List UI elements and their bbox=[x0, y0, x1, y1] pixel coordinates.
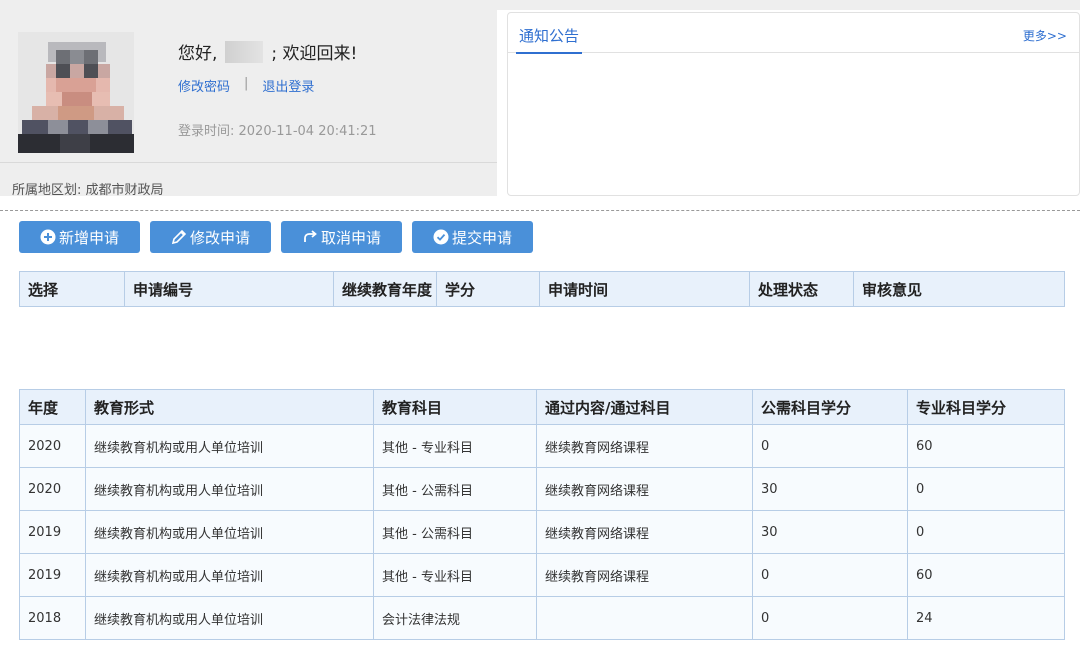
new-application-label: 新增申请 bbox=[58, 228, 119, 247]
tab-notice[interactable]: 通知公告 bbox=[516, 25, 583, 54]
edit-application-button[interactable]: 修改申请 bbox=[150, 221, 271, 253]
notice-tabs: 通知公告 更多>> bbox=[508, 13, 1079, 54]
section-divider bbox=[0, 210, 1080, 211]
cell-edu-subject: 其他 - 公需科目 bbox=[373, 510, 537, 554]
greeting-suffix: ; 欢迎回来! bbox=[271, 44, 358, 64]
table-row: 2019 继续教育机构或用人单位培训 其他 - 公需科目 继续教育网络课程 30… bbox=[19, 510, 1065, 554]
toolbar: 新增申请 修改申请 取消申请 提交申请 bbox=[19, 221, 533, 253]
col-edu-form: 教育形式 bbox=[85, 389, 374, 425]
cell-professional-credits: 60 bbox=[907, 553, 1065, 597]
cell-passed-content: 继续教育网络课程 bbox=[536, 553, 753, 597]
table-row: 2018 继续教育机构或用人单位培训 会计法律法规 0 24 bbox=[19, 596, 1065, 640]
col-edu-year: 继续教育年度 bbox=[333, 271, 437, 307]
plus-circle-icon bbox=[40, 229, 56, 245]
table-row: 2020 继续教育机构或用人单位培训 其他 - 公需科目 继续教育网络课程 30… bbox=[19, 467, 1065, 511]
cell-year: 2020 bbox=[19, 424, 86, 468]
logout-link[interactable]: 退出登录 bbox=[262, 76, 314, 95]
col-apply-time: 申请时间 bbox=[539, 271, 750, 307]
undo-arrow-icon bbox=[302, 229, 318, 245]
table-row: 2019 继续教育机构或用人单位培训 其他 - 专业科目 继续教育网络课程 0 … bbox=[19, 553, 1065, 597]
pencil-icon bbox=[171, 229, 187, 245]
card-divider bbox=[0, 162, 497, 163]
cell-passed-content bbox=[536, 596, 753, 640]
cell-edu-form: 继续教育机构或用人单位培训 bbox=[85, 596, 374, 640]
col-professional-credits: 专业科目学分 bbox=[907, 389, 1065, 425]
cell-public-credits: 0 bbox=[752, 596, 908, 640]
cell-year: 2019 bbox=[19, 553, 86, 597]
application-table-header: 选择 申请编号 继续教育年度 学分 申请时间 处理状态 审核意见 bbox=[19, 271, 1065, 307]
table-row: 2020 继续教育机构或用人单位培训 其他 - 专业科目 继续教育网络课程 0 … bbox=[19, 424, 1065, 468]
cell-year: 2019 bbox=[19, 510, 86, 554]
cell-professional-credits: 0 bbox=[907, 510, 1065, 554]
avatar bbox=[18, 32, 134, 153]
col-credits: 学分 bbox=[436, 271, 540, 307]
cell-passed-content: 继续教育网络课程 bbox=[536, 510, 753, 554]
cell-professional-credits: 60 bbox=[907, 424, 1065, 468]
cell-edu-form: 继续教育机构或用人单位培训 bbox=[85, 424, 374, 468]
col-select: 选择 bbox=[19, 271, 125, 307]
col-status: 处理状态 bbox=[749, 271, 854, 307]
greeting-prefix: 您好, bbox=[178, 44, 218, 64]
cell-professional-credits: 24 bbox=[907, 596, 1065, 640]
col-year: 年度 bbox=[19, 389, 86, 425]
cell-edu-form: 继续教育机构或用人单位培训 bbox=[85, 553, 374, 597]
login-time: 登录时间: 2020-11-04 20:41:21 bbox=[178, 124, 377, 139]
cell-edu-subject: 其他 - 公需科目 bbox=[373, 467, 537, 511]
cell-year: 2018 bbox=[19, 596, 86, 640]
cell-edu-subject: 其他 - 专业科目 bbox=[373, 553, 537, 597]
cell-public-credits: 30 bbox=[752, 510, 908, 554]
cell-professional-credits: 0 bbox=[907, 467, 1065, 511]
cell-edu-subject: 会计法律法规 bbox=[373, 596, 537, 640]
col-application-no: 申请编号 bbox=[124, 271, 334, 307]
col-passed-content: 通过内容/通过科目 bbox=[536, 389, 753, 425]
submit-application-button[interactable]: 提交申请 bbox=[412, 221, 533, 253]
greeting: 您好, ; 欢迎回来! bbox=[178, 39, 357, 64]
masked-username bbox=[225, 40, 264, 63]
cancel-application-button[interactable]: 取消申请 bbox=[281, 221, 402, 253]
top-strip bbox=[0, 0, 1080, 10]
region-label: 所属地区划: 成都市财政局 bbox=[12, 183, 164, 198]
cell-edu-subject: 其他 - 专业科目 bbox=[373, 424, 537, 468]
cell-edu-form: 继续教育机构或用人单位培训 bbox=[85, 467, 374, 511]
new-application-button[interactable]: 新增申请 bbox=[19, 221, 140, 253]
cell-public-credits: 0 bbox=[752, 553, 908, 597]
cell-passed-content: 继续教育网络课程 bbox=[536, 424, 753, 468]
link-separator: | bbox=[244, 76, 249, 91]
user-info-card: 您好, ; 欢迎回来! 修改密码 | 退出登录 登录时间: 2020-11-04… bbox=[0, 10, 497, 198]
cancel-application-label: 取消申请 bbox=[320, 228, 381, 247]
account-links: 修改密码 | 退出登录 bbox=[178, 76, 314, 95]
cell-public-credits: 0 bbox=[752, 424, 908, 468]
more-link[interactable]: 更多>> bbox=[1023, 27, 1067, 44]
change-password-link[interactable]: 修改密码 bbox=[178, 76, 230, 95]
col-public-credits: 公需科目学分 bbox=[752, 389, 908, 425]
edit-application-label: 修改申请 bbox=[189, 228, 250, 247]
submit-application-label: 提交申请 bbox=[451, 228, 512, 247]
records-table: 年度 教育形式 教育科目 通过内容/通过科目 公需科目学分 专业科目学分 202… bbox=[19, 389, 1065, 640]
application-table: 选择 申请编号 继续教育年度 学分 申请时间 处理状态 审核意见 bbox=[19, 271, 1065, 307]
cell-public-credits: 30 bbox=[752, 467, 908, 511]
col-edu-subject: 教育科目 bbox=[373, 389, 537, 425]
col-review: 审核意见 bbox=[853, 271, 1065, 307]
cell-edu-form: 继续教育机构或用人单位培训 bbox=[85, 510, 374, 554]
notice-panel: 通知公告 更多>> bbox=[507, 12, 1080, 196]
records-table-header: 年度 教育形式 教育科目 通过内容/通过科目 公需科目学分 专业科目学分 bbox=[19, 389, 1065, 425]
check-circle-icon bbox=[433, 229, 449, 245]
cell-year: 2020 bbox=[19, 467, 86, 511]
cell-passed-content: 继续教育网络课程 bbox=[536, 467, 753, 511]
